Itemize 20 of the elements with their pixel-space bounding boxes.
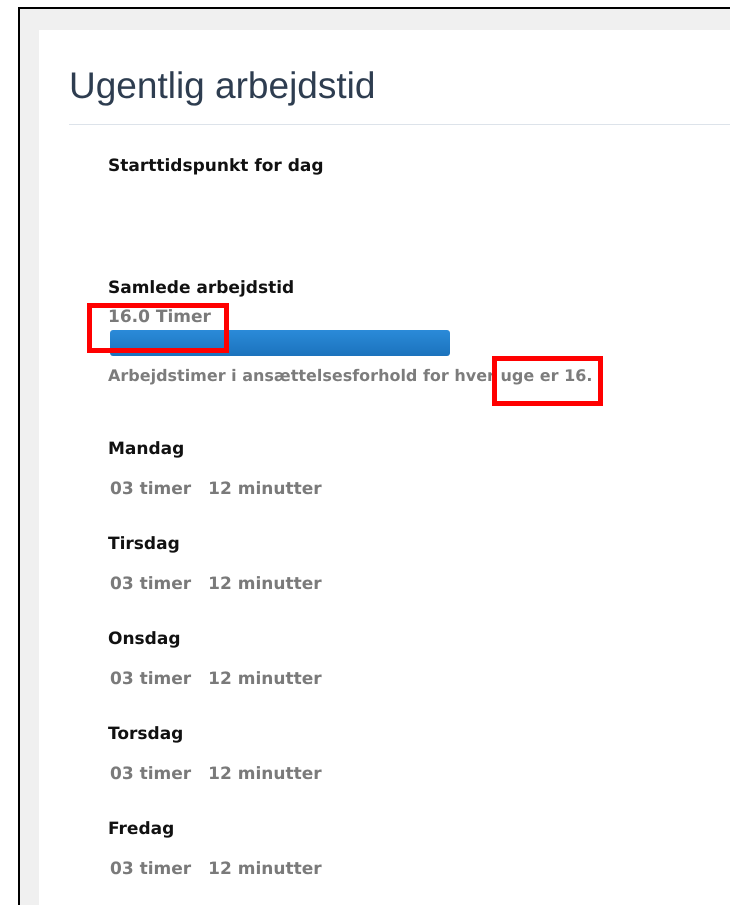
minutes-value: 12 minutter <box>208 763 322 786</box>
day-name: Mandag <box>108 438 186 460</box>
page-title: Ugentlig arbejdstid <box>69 64 730 125</box>
minutes-value: 12 minutter <box>208 478 322 501</box>
description-text: Arbejdstimer i ansættelsesforhold for hver uge er 16. <box>108 365 594 387</box>
section-heading: Samlede arbejdstid <box>108 277 296 299</box>
day-name: Torsdag <box>108 723 184 745</box>
hours-value: 03 timer <box>110 763 192 786</box>
day-name: Onsdag <box>108 628 182 650</box>
hours-value: 03 timer <box>110 478 192 501</box>
minutes-value: 12 minutter <box>208 668 322 691</box>
hours-value: 03 timer <box>110 858 192 881</box>
day-name: Fredag <box>108 818 176 840</box>
total-hours: 16.0 Timer <box>108 306 212 329</box>
day-name: Tirsdag <box>108 533 181 555</box>
hours-value: 03 timer <box>110 573 192 596</box>
minutes-value: 12 minutter <box>208 858 322 881</box>
hours-value: 03 timer <box>110 668 192 691</box>
minutes-value: 12 minutter <box>208 573 322 596</box>
section-heading: Starttidspunkt for dag <box>108 155 325 177</box>
